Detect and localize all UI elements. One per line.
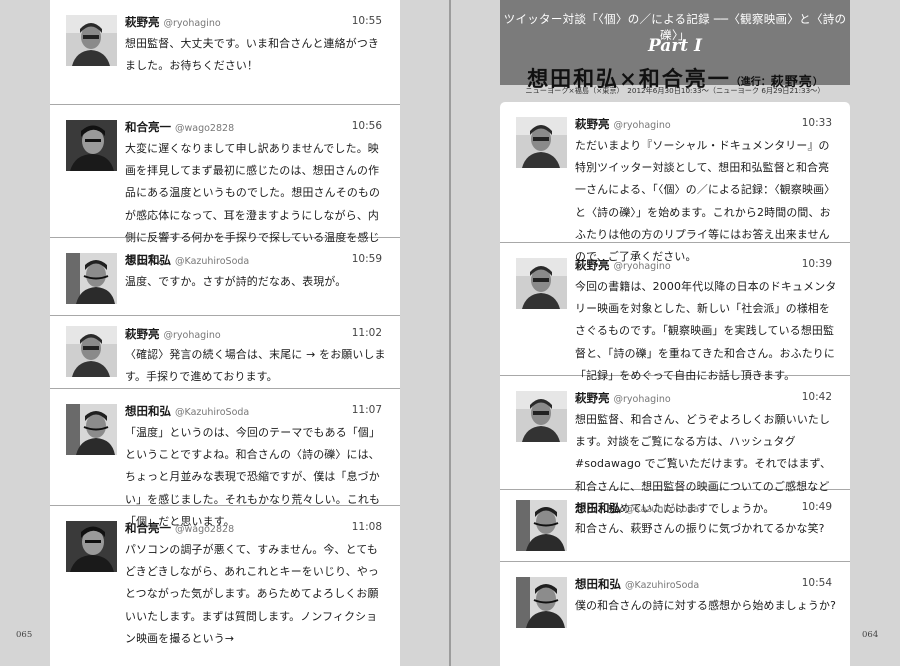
tweet: 想田和弘 @KazuhiroSoda 11:07 「温度」というのは、今回のテーマ…	[50, 389, 400, 528]
tweet-author: 想田和弘 @KazuhiroSoda	[575, 501, 700, 515]
book-spread: 萩野亮 @ryohagino 10:55 想田監督、大丈夫です。いま和合さんと連絡…	[0, 0, 900, 666]
tweet-time: 10:33	[801, 117, 832, 129]
tweet-author: 萩野亮 @ryohagino	[125, 15, 221, 29]
avatar-hagino	[516, 117, 567, 168]
right-tweet-column: 萩野亮 @ryohagino 10:33 ただいまより『ソーシャル・ドキュメンタリ…	[500, 102, 850, 666]
tweet-time: 10:39	[801, 258, 832, 270]
tweet-handle: @ryohagino	[613, 120, 671, 131]
page-number-right: 064	[862, 630, 879, 640]
tweet-text: 僕の和合さんの詩に対する感想から始めましょうか?	[575, 599, 837, 612]
tweet-text: 〈確認〉発言の続く場合は、末尾に → をお願いします。手探りで進めております。	[125, 348, 386, 384]
tweet-time: 10:59	[351, 253, 382, 265]
tweet-handle: @KazuhiroSoda	[625, 504, 700, 515]
tweet-author: 和合亮一 @wago2828	[125, 120, 235, 134]
avatar-hagino	[516, 258, 567, 309]
tweet-handle: @ryohagino	[613, 261, 671, 272]
avatar-soda	[516, 577, 567, 628]
avatar-soda	[516, 500, 567, 551]
tweet-time: 10:55	[351, 15, 382, 27]
tweet-handle: @ryohagino	[163, 18, 221, 29]
tweet-handle: @ryohagino	[613, 394, 671, 405]
tweet-time: 11:07	[351, 404, 382, 416]
tweet-author: 萩野亮 @ryohagino	[575, 391, 671, 405]
avatar-wago	[66, 521, 117, 572]
avatar-hagino	[66, 326, 117, 377]
avatar-hagino	[66, 15, 117, 66]
tweet: 萩野亮 @ryohagino 10:55 想田監督、大丈夫です。いま和合さんと連絡…	[50, 0, 400, 105]
tweet: 想田和弘 @KazuhiroSoda 10:54 僕の和合さんの詩に対する感想から…	[500, 562, 850, 666]
dialogue-info: ニューヨーク×福島（×東京） 2012年6月30日10:33〜（ニューヨーク 6…	[525, 86, 825, 95]
tweet-text: 和合さん、萩野さんの振りに気づかれてるかな笑?	[575, 522, 825, 535]
avatar-soda	[66, 404, 117, 455]
left-tweet-column: 萩野亮 @ryohagino 10:55 想田監督、大丈夫です。いま和合さんと連絡…	[50, 0, 400, 666]
tweet-author: 和合亮一 @wago2828	[125, 521, 235, 535]
tweet-time: 10:56	[351, 120, 382, 132]
tweet-handle: @wago2828	[175, 524, 235, 535]
tweet-handle: @ryohagino	[163, 330, 221, 341]
tweet: 想田和弘 @KazuhiroSoda 10:49 和合さん、萩野さんの振りに気づか…	[500, 490, 850, 562]
tweet-time: 10:54	[801, 577, 832, 589]
tweet-text: 温度、ですか。さすが詩的だなあ、表現が。	[125, 275, 347, 288]
tweet: 萩野亮 @ryohagino 11:02 〈確認〉発言の続く場合は、末尾に → を…	[50, 316, 400, 389]
tweet-author: 萩野亮 @ryohagino	[575, 117, 671, 131]
tweet-text: パソコンの調子が悪くて、すみません。今、とてもどきどきしながら、あれこれとキーを…	[125, 543, 379, 645]
tweet: 萩野亮 @ryohagino 10:39 今回の書籍は、2000年代以降の日本のド…	[500, 243, 850, 382]
tweet-author: 萩野亮 @ryohagino	[575, 258, 671, 272]
tweet: 萩野亮 @ryohagino 10:33 ただいまより『ソーシャル・ドキュメンタリ…	[500, 102, 850, 263]
tweet-time: 11:02	[351, 327, 382, 339]
tweet-author: 想田和弘 @KazuhiroSoda	[125, 253, 250, 267]
tweet-handle: @KazuhiroSoda	[625, 580, 700, 591]
tweet-author: 想田和弘 @KazuhiroSoda	[575, 577, 700, 591]
tweet-handle: @KazuhiroSoda	[175, 256, 250, 267]
page-number-left: 065	[16, 630, 33, 640]
tweet-handle: @KazuhiroSoda	[175, 407, 250, 418]
tweet-text: 今回の書籍は、2000年代以降の日本のドキュメンタリー映画を対象とした、新しい「…	[575, 280, 837, 382]
avatar-wago	[66, 120, 117, 171]
avatar-soda	[66, 253, 117, 304]
tweet: 想田和弘 @KazuhiroSoda 10:59 温度、ですか。さすが詩的だなあ、…	[50, 238, 400, 316]
tweet-author: 萩野亮 @ryohagino	[125, 327, 221, 341]
part-label: Part I	[647, 36, 703, 56]
page-gutter	[449, 0, 451, 666]
tweet-handle: @wago2828	[175, 123, 235, 134]
avatar-hagino	[516, 391, 567, 442]
tweet: 萩野亮 @ryohagino 10:42 想田監督、和合さん、どうぞよろしくお願い…	[500, 376, 850, 515]
tweet-time: 10:49	[801, 501, 832, 513]
tweet-author: 想田和弘 @KazuhiroSoda	[125, 404, 250, 418]
tweet: 和合亮一 @wago2828 10:56 大変に遅くなりまして申し訳ありませんでし…	[50, 105, 400, 266]
tweet-time: 10:42	[801, 391, 832, 403]
tweet-time: 11:08	[351, 521, 382, 533]
tweet-text: 想田監督、大丈夫です。いま和合さんと連絡がつきました。お待ちください！	[125, 37, 379, 73]
tweet: 和合亮一 @wago2828 11:08 パソコンの調子が悪くて、すみません。今、…	[50, 506, 400, 666]
